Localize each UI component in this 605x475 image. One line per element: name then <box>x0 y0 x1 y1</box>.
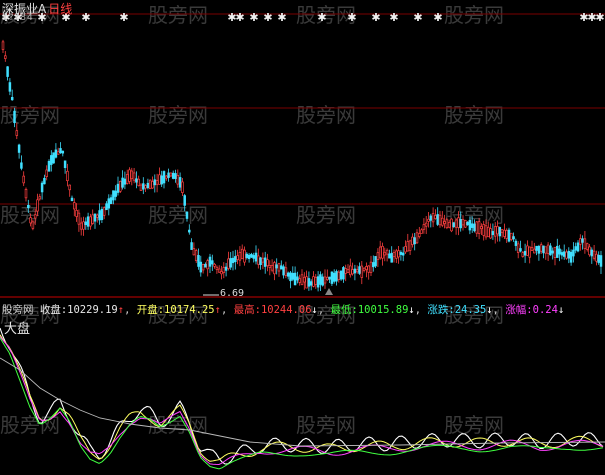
site-label: 股旁网 <box>2 304 34 316</box>
open-arrow: ↑ <box>214 304 221 316</box>
change-value: 24.35 <box>454 304 487 316</box>
period-label: 日线 <box>48 2 73 16</box>
high-value: 10244.06 <box>260 304 312 316</box>
indicator-panel[interactable] <box>0 0 605 475</box>
pct-arrow: ↓ <box>557 304 565 316</box>
sub-label: 1??84 <box>2 13 34 23</box>
close-value: 10229.19 <box>67 304 118 316</box>
close-arrow: ↑ <box>117 304 125 316</box>
close-label: 收盘: <box>39 304 68 316</box>
pct-label: 涨幅: <box>505 304 533 316</box>
low-value: 10015.89 <box>357 304 409 316</box>
low-price-marker: 6.69 <box>220 288 245 299</box>
high-arrow: ↓ <box>311 304 318 316</box>
change-arrow: ↓ <box>486 304 493 316</box>
low-arrow: ↓ <box>408 304 415 316</box>
open-label: 开盘: <box>136 304 165 316</box>
open-value: 10174.25 <box>164 304 215 316</box>
high-label: 最高: <box>233 304 261 316</box>
indicator-line-green <box>0 337 604 470</box>
indicator-line-slow <box>0 357 605 447</box>
low-label: 最低: <box>330 304 358 316</box>
change-label: 涨跌: <box>427 304 455 316</box>
chart-window[interactable]: 股旁网 股旁网 股旁网 股旁网 股旁网 股旁网 股旁网 股旁网 股旁网 股旁网 股旁网 股旁网 股旁网股… <box>0 0 605 475</box>
indicator-label: 大盘 <box>4 322 31 337</box>
stats-row: 股旁网 收盘:10229.19↑, 开盘:10174.25↑, 最高:10244… <box>2 304 565 316</box>
pct-value: 0.24 <box>532 304 558 316</box>
indicator-line-yellow <box>0 334 604 462</box>
